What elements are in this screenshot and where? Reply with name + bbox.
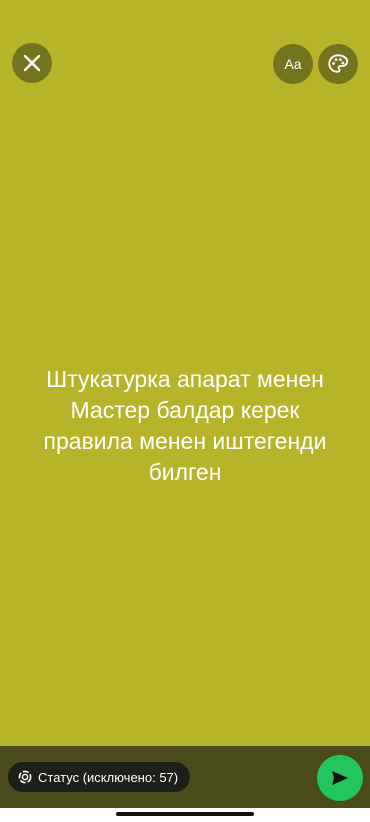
- send-icon: [332, 771, 348, 785]
- color-palette-button[interactable]: [318, 44, 358, 84]
- status-ring-icon: [18, 770, 32, 784]
- font-style-button[interactable]: Aa: [273, 44, 313, 84]
- close-icon: [23, 54, 41, 72]
- status-canvas[interactable]: Aa Штукатурка апарат менен Мастер балдар…: [0, 0, 370, 746]
- send-button[interactable]: [317, 755, 363, 801]
- status-privacy-label: Статус (исключено: 57): [38, 769, 179, 785]
- font-style-label: Aa: [284, 56, 302, 72]
- palette-icon: [328, 54, 349, 73]
- status-privacy-chip[interactable]: Статус (исключено: 57): [8, 762, 191, 792]
- home-indicator[interactable]: [116, 812, 254, 816]
- close-button[interactable]: [12, 43, 52, 83]
- bottom-bar: Статус (исключено: 57): [0, 746, 370, 808]
- status-text[interactable]: Штукатурка апарат менен Мастер балдар ке…: [22, 364, 348, 488]
- system-nav-area: [0, 808, 370, 822]
